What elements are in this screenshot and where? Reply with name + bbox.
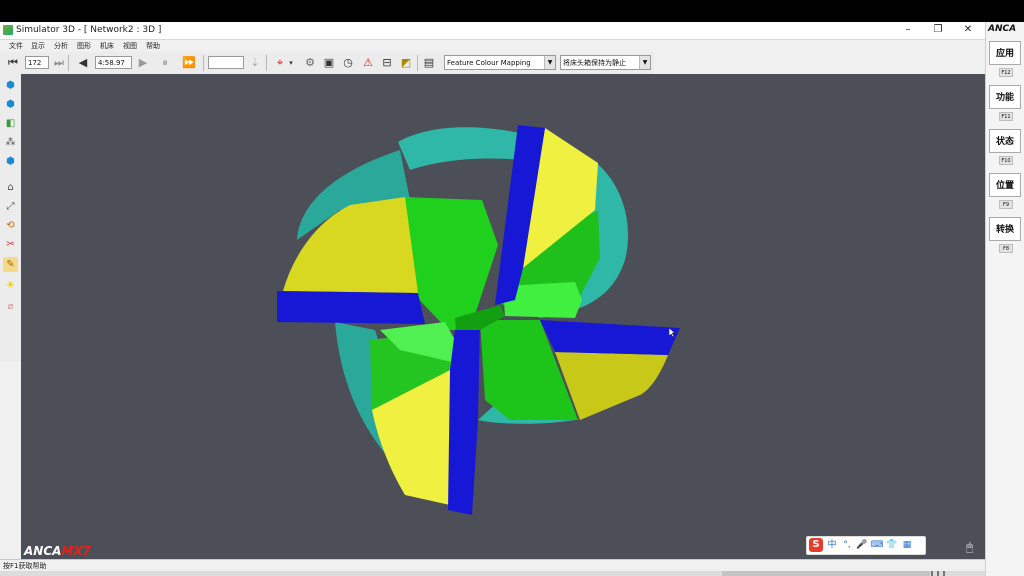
rotate-icon[interactable]: ⟲ — [3, 218, 18, 233]
menu-file[interactable]: 文件 — [9, 41, 23, 51]
frame-input[interactable]: 172 — [25, 56, 49, 69]
sogou-logo-icon[interactable]: S — [809, 538, 823, 552]
function-button[interactable]: 功能 — [989, 85, 1021, 109]
list-icon[interactable]: ▤ — [421, 55, 437, 71]
convert-button[interactable]: 转换 — [989, 217, 1021, 241]
fast-forward-icon[interactable]: ⏩ — [180, 55, 198, 71]
mouse-mode-icon[interactable]: 🖱 — [966, 540, 982, 556]
separator — [68, 55, 69, 71]
anca-mx7-logo: ANCAMX7 — [24, 544, 91, 558]
close-button[interactable]: ✕ — [953, 23, 983, 37]
anca-logo: ANCA — [988, 24, 1017, 34]
scroll-grip — [943, 571, 945, 576]
speed-input[interactable] — [208, 56, 244, 69]
menu-view[interactable]: 视图 — [123, 41, 137, 51]
view-toolbar: ⬢ ⬢ ◧ ⁂ ⬢ ⌂ ⤢ ⟲ ✂ ✎ ☀ ⌀ — [0, 74, 22, 362]
scrollbar-thumb[interactable] — [722, 571, 930, 576]
view-mode-select[interactable]: 将床头箱保持为静止 ▼ — [560, 55, 651, 70]
grinding-wheel-icon[interactable]: ⊟ — [379, 55, 395, 71]
ime-toolbar[interactable]: S 中 °, 🎤 ⌨ 👕 ▦ — [806, 536, 926, 555]
speed-slider-icon[interactable]: ⇣ — [248, 55, 262, 71]
end-mill-model[interactable] — [21, 74, 985, 559]
menu-display[interactable]: 显示 — [31, 41, 45, 51]
view-mode-value: 将床头箱保持为静止 — [563, 59, 626, 67]
chevron-down-icon: ▼ — [639, 56, 650, 69]
warning-icon[interactable]: ⚠ — [360, 55, 376, 71]
view-side-icon[interactable]: ⬢ — [3, 154, 18, 169]
function-key-badge: F11 — [999, 112, 1013, 121]
tool-path-icon[interactable]: ✎ — [3, 257, 18, 272]
view-multi-icon[interactable]: ⁂ — [3, 135, 18, 150]
step-forward-icon[interactable]: ▶ — [136, 55, 150, 71]
convert-key-badge: F8 — [999, 244, 1013, 253]
skip-end-icon[interactable]: ⏭ — [52, 55, 66, 71]
title-bar: Simulator 3D - [ Network2 : 3D ] – ❐ ✕ — [0, 22, 985, 40]
position-button[interactable]: 位置 — [989, 173, 1021, 197]
apply-button[interactable]: 应用 — [989, 41, 1021, 65]
position-key-badge: F9 — [999, 200, 1013, 209]
ime-grid-icon[interactable]: ▦ — [900, 538, 914, 552]
mouse-cursor-icon — [669, 328, 675, 337]
status-button[interactable]: 状态 — [989, 129, 1021, 153]
settings-gear-icon[interactable]: ⚙ — [302, 55, 318, 71]
horizontal-scrollbar[interactable] — [0, 571, 985, 576]
function-panel: ANCA 应用 F12 功能 F11 状态 F10 位置 F9 转换 F8 — [985, 22, 1024, 576]
measure-icon[interactable]: ▣ — [321, 55, 337, 71]
maximize-button[interactable]: ❐ — [923, 23, 953, 37]
view-iso-icon[interactable]: ⬢ — [3, 78, 18, 93]
simulation-toolbar: ⏮ 172 ⏭ ◀ 4:58.97 ▶ ⏸ ⏩ ⇣ ⌖ ▾ ⚙ ▣ ◷ ⚠ ⊟ … — [0, 52, 654, 75]
microphone-icon[interactable]: 🎤 — [855, 538, 869, 552]
menu-graphics[interactable]: 图形 — [77, 41, 91, 51]
measure-probe-icon[interactable]: ⌀ — [3, 299, 18, 314]
colour-mapping-select[interactable]: Feature Colour Mapping ▼ — [444, 55, 556, 70]
app-icon — [3, 25, 13, 35]
window-title: Simulator 3D - [ Network2 : 3D ] — [16, 25, 162, 35]
menu-analyze[interactable]: 分析 — [54, 41, 68, 51]
separator — [266, 55, 267, 71]
simulator-window: Simulator 3D - [ Network2 : 3D ] – ❐ ✕ 文… — [0, 22, 1024, 576]
menu-help[interactable]: 帮助 — [146, 41, 160, 51]
step-back-icon[interactable]: ◀ — [76, 55, 90, 71]
letterbox-top — [0, 0, 1024, 22]
skip-start-icon[interactable]: ⏮ — [6, 55, 20, 71]
3d-viewport[interactable]: ANCAMX7 S 中 °, 🎤 ⌨ 👕 ▦ 🖱 — [21, 74, 985, 559]
light-bulb-icon[interactable]: ☀ — [3, 278, 18, 293]
tool-icon[interactable]: ◩ — [398, 55, 414, 71]
menu-bar: 文件 显示 分析 图形 机床 视图 帮助 — [0, 40, 985, 52]
view-top-icon[interactable]: ⬢ — [3, 97, 18, 112]
minimize-button[interactable]: – — [893, 23, 923, 37]
separator — [203, 55, 204, 71]
separator — [417, 55, 418, 71]
view-front-icon[interactable]: ◧ — [3, 116, 18, 131]
home-icon[interactable]: ⌂ — [3, 180, 18, 195]
end-face-left — [283, 197, 418, 293]
colour-mapping-value: Feature Colour Mapping — [447, 59, 531, 67]
time-input[interactable]: 4:58.97 — [95, 56, 132, 69]
chevron-down-icon: ▼ — [544, 56, 555, 69]
status-text: 按F1获取帮助 — [3, 562, 47, 570]
target-dropdown-icon[interactable]: ▾ — [287, 55, 295, 71]
pan-icon[interactable]: ⤢ — [3, 199, 18, 214]
apply-key-badge: F12 — [999, 68, 1013, 77]
skin-icon[interactable]: 👕 — [885, 538, 899, 552]
menu-machine[interactable]: 机床 — [100, 41, 114, 51]
ime-language-icon[interactable]: 中 — [825, 538, 839, 552]
relief-left — [277, 291, 425, 324]
section-icon[interactable]: ✂ — [3, 237, 18, 252]
status-key-badge: F10 — [999, 156, 1013, 165]
keyboard-icon[interactable]: ⌨ — [870, 538, 884, 552]
ime-punctuation-icon[interactable]: °, — [840, 538, 854, 552]
target-icon[interactable]: ⌖ — [272, 55, 288, 71]
clock-icon[interactable]: ◷ — [340, 55, 356, 71]
pause-icon[interactable]: ⏸ — [158, 55, 172, 71]
scroll-grip — [931, 571, 933, 576]
relief-right — [540, 320, 680, 355]
scroll-grip — [937, 571, 939, 576]
